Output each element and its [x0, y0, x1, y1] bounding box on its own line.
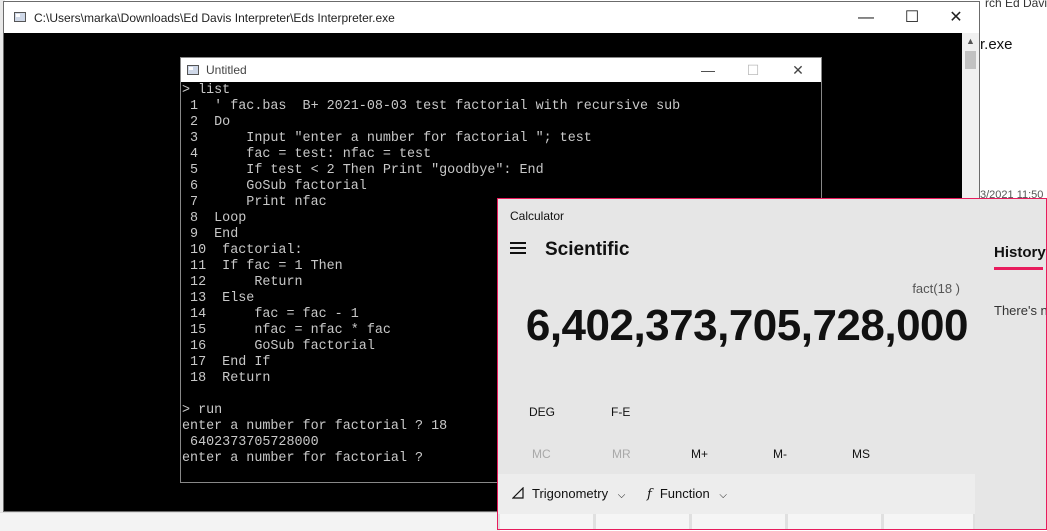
scrollbar-thumb[interactable]: [965, 51, 976, 69]
scroll-up-arrow-icon[interactable]: ▲: [962, 33, 979, 50]
console-line: 3 Input "enter a number for factorial ";…: [182, 131, 592, 146]
console-line: 2 Do: [182, 115, 231, 130]
untitled-maximize-button[interactable]: ☐: [731, 58, 775, 82]
calculator-expression: fact(18 ): [912, 281, 960, 296]
console-line: 5 If test < 2 Then Print "goodbye": End: [182, 163, 544, 178]
memory-recall-button[interactable]: MR: [612, 447, 631, 461]
calculator-mode-title: Scientific: [545, 239, 630, 260]
keypad-button[interactable]: [692, 514, 785, 529]
interpreter-minimize-button[interactable]: —: [843, 2, 889, 33]
keypad-button[interactable]: [788, 514, 881, 529]
background-file-name[interactable]: r.exe: [980, 36, 1013, 53]
keypad-button[interactable]: [596, 514, 689, 529]
untitled-close-button[interactable]: ✕: [776, 58, 820, 82]
function-f-icon: f: [647, 487, 652, 502]
keypad-button[interactable]: [884, 514, 973, 529]
tab-history[interactable]: History: [994, 244, 1046, 261]
chevron-down-icon: ⌵: [719, 490, 727, 501]
untitled-title: Untitled: [206, 63, 247, 77]
hamburger-menu-icon[interactable]: [510, 242, 526, 254]
calculator-display: 6,402,373,705,728,000: [525, 301, 969, 350]
app-window-icon: [14, 12, 26, 22]
trigonometry-label: Trigonometry: [532, 486, 609, 501]
memory-clear-button[interactable]: MC: [532, 447, 551, 461]
console-line: 6 GoSub factorial: [182, 179, 367, 194]
deg-button[interactable]: DEG: [529, 405, 555, 419]
untitled-minimize-button[interactable]: —: [686, 58, 730, 82]
keypad-button[interactable]: [500, 514, 593, 529]
memory-add-button[interactable]: M+: [691, 447, 708, 461]
console-line: 1 ' fac.bas B+ 2021-08-03 test factorial…: [182, 99, 681, 114]
calculator-title: Calculator: [510, 209, 565, 223]
function-label: Function: [659, 486, 710, 501]
memory-store-button[interactable]: MS: [852, 447, 870, 461]
fe-button[interactable]: F-E: [611, 405, 630, 419]
untitled-window-icon: [187, 65, 199, 75]
background-window-bottom: [0, 512, 500, 531]
memory-subtract-button[interactable]: M-: [773, 447, 787, 461]
untitled-titlebar[interactable]: Untitled — ☐ ✕: [181, 58, 821, 82]
interpreter-title: C:\Users\marka\Downloads\Ed Davis Interp…: [34, 11, 395, 25]
background-search-text: rch Ed Davis: [985, 0, 1047, 10]
history-tab-underline: [994, 267, 1043, 270]
interpreter-maximize-button[interactable]: ☐: [889, 2, 935, 33]
trigonometry-dropdown[interactable]: Trigonometry ⌵: [511, 486, 626, 501]
calculator-window: Calculator Scientific fact(18 ) 6,402,37…: [497, 198, 1047, 530]
console-line: > list: [182, 83, 231, 98]
chevron-down-icon: ⌵: [617, 490, 626, 501]
triangle-ruler-icon: [511, 486, 524, 499]
interpreter-close-button[interactable]: ✕: [933, 2, 979, 33]
history-empty-message: There's n: [994, 303, 1047, 318]
function-dropdown[interactable]: f Function ⌵: [647, 486, 727, 502]
console-line: 4 fac = test: nfac = test: [182, 147, 432, 162]
interpreter-titlebar[interactable]: C:\Users\marka\Downloads\Ed Davis Interp…: [4, 2, 979, 33]
function-bar: Trigonometry ⌵ f Function ⌵: [498, 474, 975, 514]
